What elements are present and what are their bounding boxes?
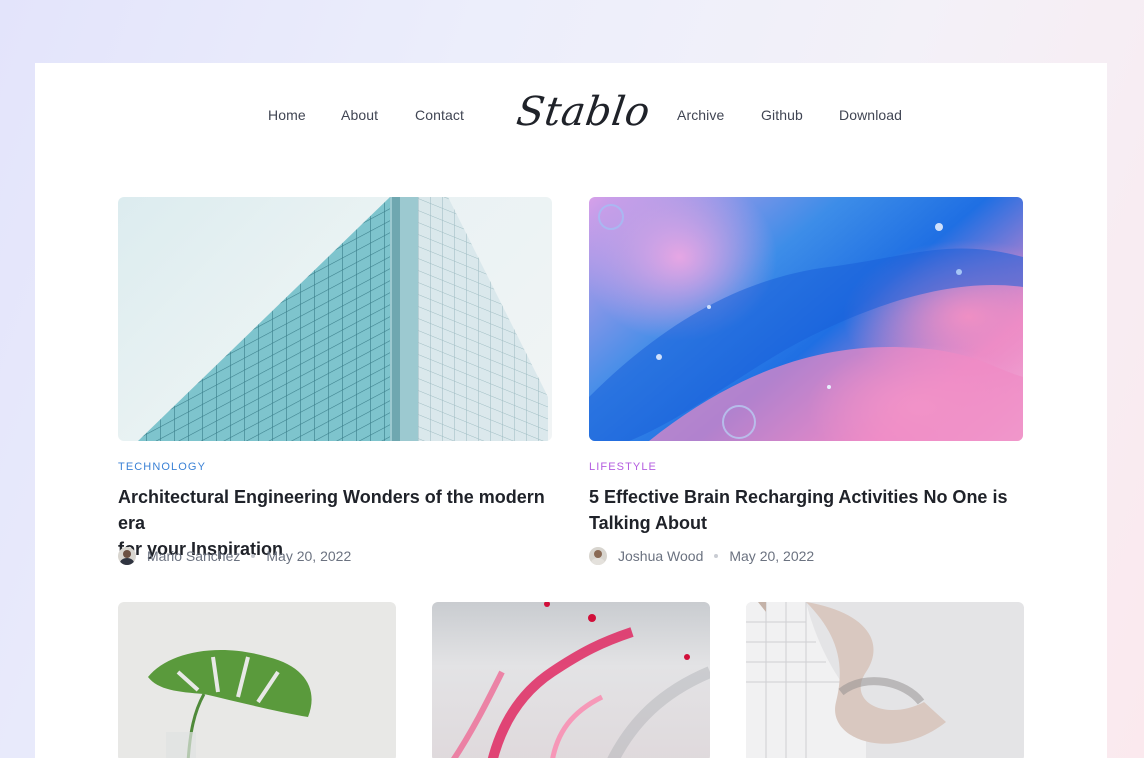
post-category[interactable]: TECHNOLOGY (118, 461, 206, 473)
author-avatar (589, 547, 607, 565)
white-building-image[interactable] (746, 602, 1024, 758)
page-container: Home About Contact Stablo Archive Github… (35, 63, 1107, 758)
nav-home[interactable]: Home (268, 107, 306, 123)
pink-marble-graphic (451, 602, 710, 758)
post-date: May 20, 2022 (729, 548, 815, 564)
nav-download[interactable]: Download (839, 107, 902, 123)
post-title-line[interactable]: 5 Effective Brain Recharging Activities … (589, 484, 1029, 510)
site-logo[interactable]: Stablo (514, 89, 653, 135)
nav-archive[interactable]: Archive (677, 107, 724, 123)
post-card[interactable]: TECHNOLOGY Architectural Engineering Won… (118, 197, 552, 577)
glass-building-graphic (138, 197, 548, 441)
author-avatar (118, 547, 136, 565)
post-date: May 20, 2022 (266, 548, 352, 564)
post-card[interactable]: LIFESTYLE 5 Effective Brain Recharging A… (589, 197, 1023, 577)
glass-building-image[interactable] (118, 197, 552, 441)
white-building-graphic (746, 602, 946, 758)
monstera-leaf-image[interactable] (118, 602, 396, 758)
top-navigation: Home About Contact Stablo Archive Github… (35, 63, 1107, 168)
post-title-line[interactable]: Talking About (589, 510, 1029, 536)
post-title[interactable]: 5 Effective Brain Recharging Activities … (589, 484, 1029, 536)
author-name[interactable]: Joshua Wood (618, 548, 703, 564)
post-category[interactable]: LIFESTYLE (589, 461, 657, 473)
nav-contact[interactable]: Contact (415, 107, 464, 123)
liquid-paint-image[interactable] (589, 197, 1023, 441)
separator-dot (251, 554, 256, 558)
liquid-paint-graphic (589, 204, 1023, 441)
separator-dot (714, 554, 719, 558)
monstera-leaf-graphic (148, 649, 312, 758)
author-name[interactable]: Mario Sanchez (147, 548, 240, 564)
post-meta: Mario Sanchez May 20, 2022 (118, 547, 351, 565)
post-title-line[interactable]: Architectural Engineering Wonders of the… (118, 484, 558, 536)
pink-marble-image[interactable] (432, 602, 710, 758)
post-meta: Joshua Wood May 20, 2022 (589, 547, 814, 565)
nav-about[interactable]: About (341, 107, 378, 123)
nav-github[interactable]: Github (761, 107, 803, 123)
